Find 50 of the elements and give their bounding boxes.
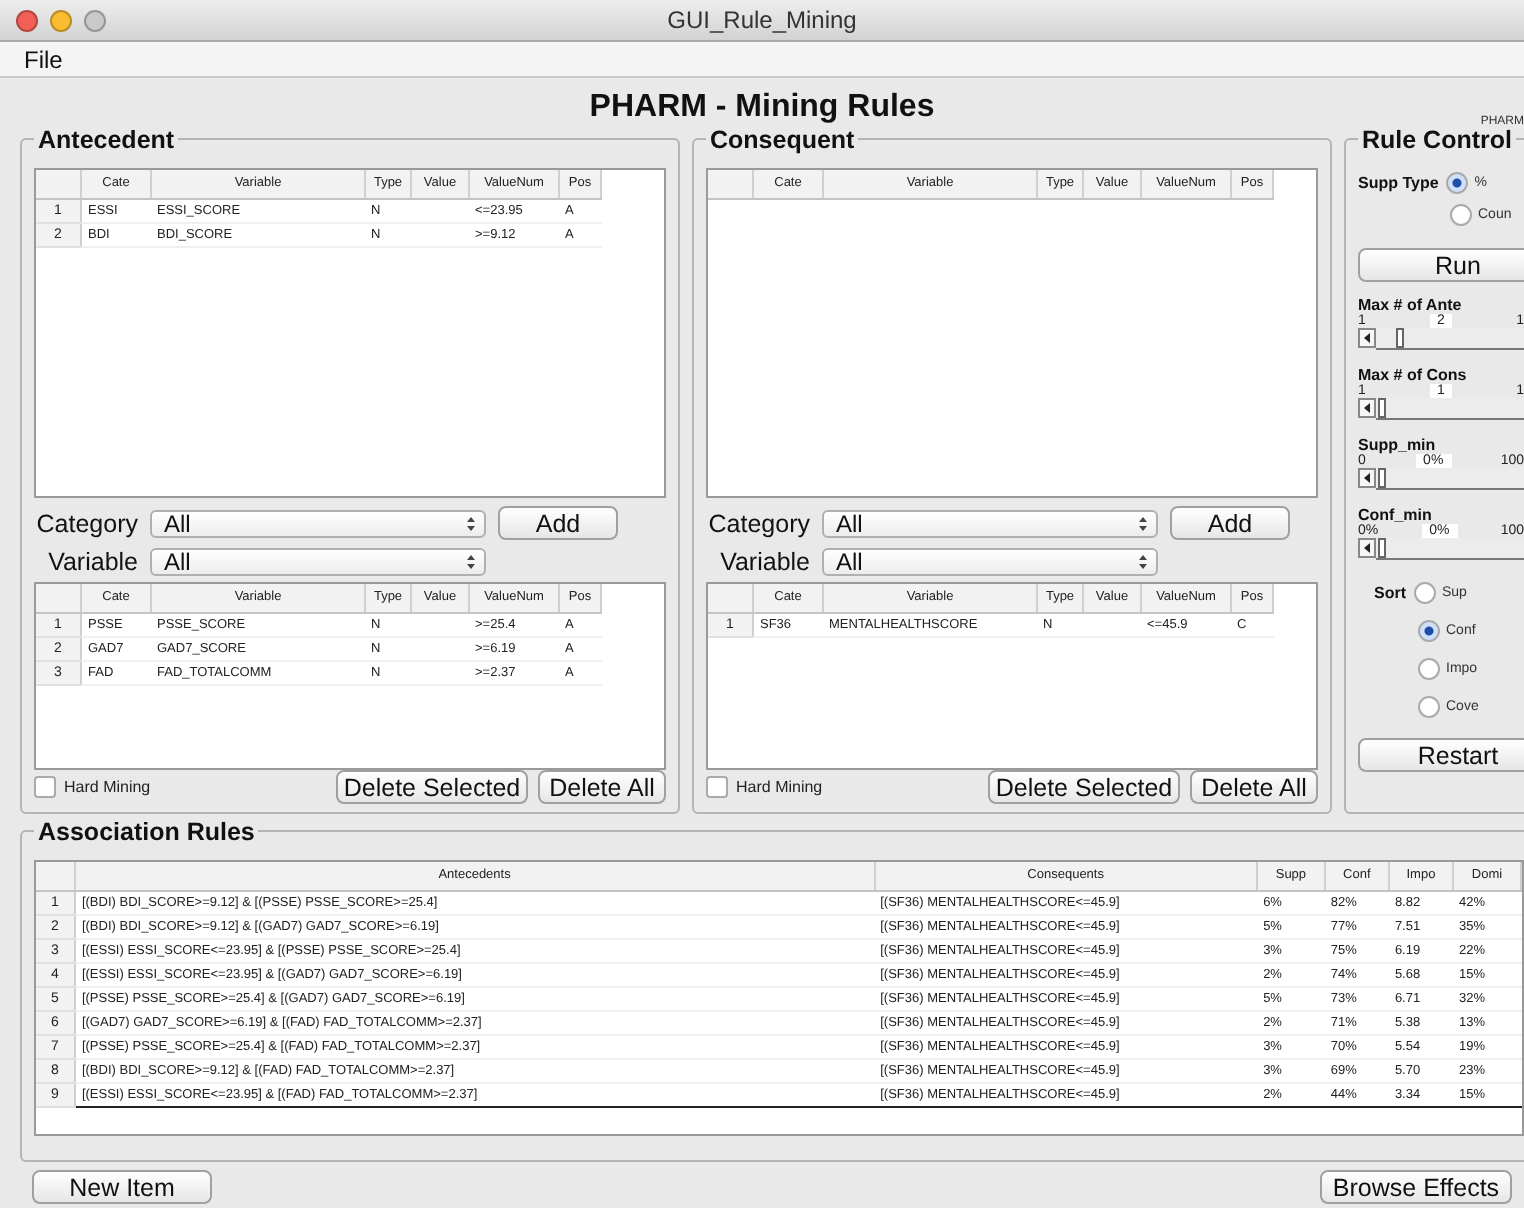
dropdown[interactable]: All — [150, 548, 486, 576]
slider[interactable] — [1376, 398, 1524, 420]
window-control-icon[interactable] — [16, 9, 38, 31]
window-title: GUI_Rule_Mining — [665, 6, 859, 34]
panel-title: Antecedent — [34, 126, 179, 154]
field-label: Category — [34, 509, 138, 537]
dropdown[interactable]: All — [822, 548, 1158, 576]
delete-button[interactable]: Delete Selected — [336, 770, 528, 804]
panel-title: Rule Control — [1358, 126, 1516, 154]
left-arrow-icon[interactable] — [1358, 398, 1376, 418]
field-label: Category — [706, 509, 810, 537]
left-arrow-icon[interactable] — [1358, 538, 1376, 558]
slider-label: Conf_min — [1358, 506, 1434, 524]
left-arrow-icon[interactable] — [1358, 328, 1376, 348]
page-heading: PHARM - Mining Rules — [589, 90, 935, 126]
restart-button[interactable]: Restart — [1358, 738, 1524, 772]
hard-mining-checkbox[interactable]: Hard Mining — [34, 776, 151, 798]
stepper-icon — [1138, 554, 1148, 570]
slider-label: Max # of Cons — [1358, 366, 1469, 384]
run-button[interactable]: Run — [1358, 248, 1524, 282]
field-label: Variable — [718, 548, 810, 576]
dropdown[interactable]: All — [822, 509, 1158, 537]
browse-effects-button[interactable]: Browse Effects — [1320, 1170, 1512, 1204]
sort-label: Sort — [1374, 584, 1406, 602]
stepper-icon — [1138, 515, 1148, 531]
slider-thumb[interactable] — [1378, 538, 1387, 558]
stepper-icon — [466, 515, 476, 531]
hard-mining-checkbox[interactable]: Hard Mining — [706, 776, 823, 798]
delete-button[interactable]: Delete All — [538, 770, 666, 804]
supp-type-label: Supp Type — [1358, 173, 1439, 191]
delete-button[interactable]: Delete Selected — [988, 770, 1180, 804]
stepper-icon — [466, 554, 476, 570]
add-button[interactable]: Add — [498, 506, 618, 540]
slider[interactable] — [1376, 538, 1524, 560]
delete-button[interactable]: Delete All — [1190, 770, 1318, 804]
menu-item[interactable]: File — [12, 45, 75, 73]
slider-label: Supp_min — [1358, 436, 1438, 454]
left-arrow-icon[interactable] — [1358, 468, 1376, 488]
slider[interactable] — [1376, 468, 1524, 490]
panel-title: Association Rules — [34, 818, 259, 846]
slider-label: Max # of Ante — [1358, 296, 1464, 314]
slider-thumb[interactable] — [1378, 398, 1387, 418]
panel-title: Consequent — [706, 126, 859, 154]
slider[interactable] — [1376, 328, 1524, 350]
slider-thumb[interactable] — [1378, 468, 1387, 488]
add-button[interactable]: Add — [1170, 506, 1290, 540]
new-item-button[interactable]: New Item — [32, 1170, 212, 1204]
dropdown[interactable]: All — [150, 509, 486, 537]
slider-thumb[interactable] — [1396, 328, 1405, 348]
field-label: Variable — [46, 548, 138, 576]
